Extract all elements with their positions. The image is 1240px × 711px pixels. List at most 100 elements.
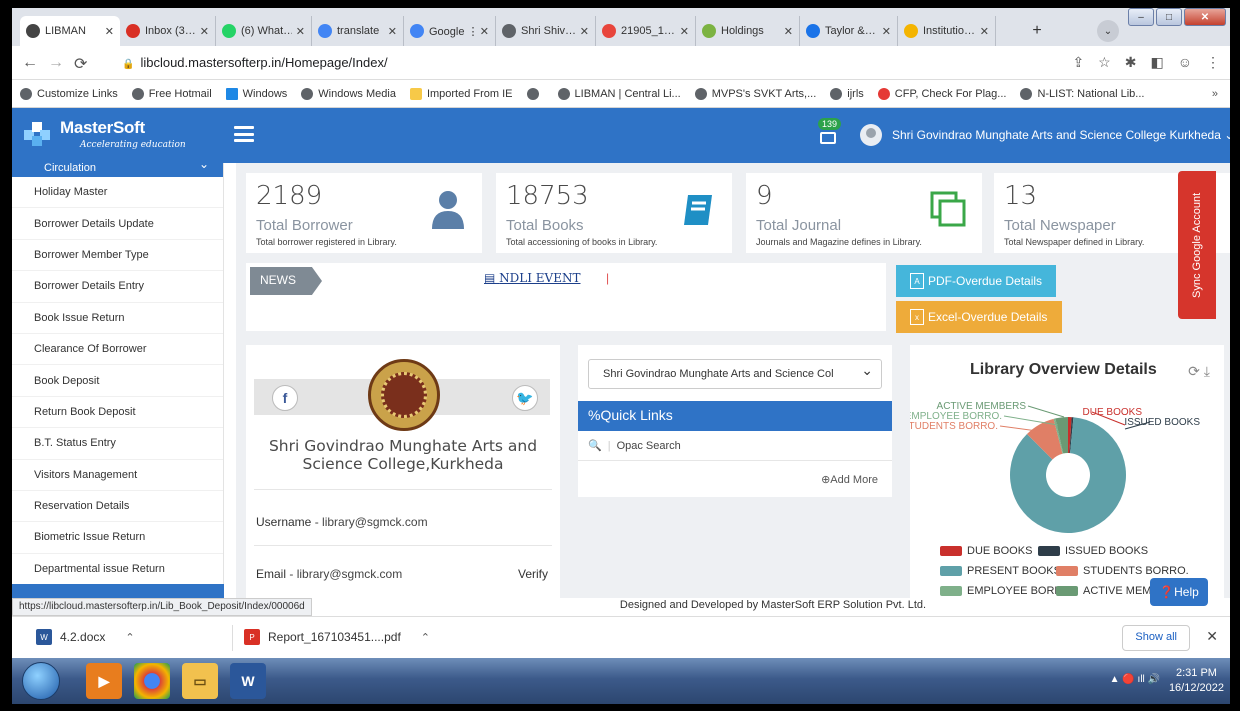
sidebar-item[interactable]: Borrower Details Entry	[12, 271, 223, 303]
tab-close-icon[interactable]: ✕	[105, 25, 114, 38]
bookmark-icon	[694, 87, 707, 100]
bookmark-item[interactable]: MVPS's SVKT Arts,...	[694, 87, 816, 100]
download-bar-close-icon[interactable]: ✕	[1206, 628, 1218, 645]
status-bar-url: https://libcloud.mastersofterp.in/Lib_Bo…	[12, 598, 312, 616]
download-item[interactable]: W 4.2.docx ⌃	[36, 629, 135, 645]
word-taskbar-icon[interactable]: W	[230, 663, 266, 699]
forward-icon[interactable]: →	[48, 54, 64, 72]
legend-item[interactable]: STUDENTS BORRO.	[1056, 565, 1189, 577]
menu-icon[interactable]: ⋮	[1206, 54, 1220, 71]
bookmark-item[interactable]: Customize Links	[20, 87, 118, 100]
browser-tab[interactable]: Taylor &… ✕	[800, 16, 898, 46]
maximize-button[interactable]: □	[1156, 8, 1182, 26]
tab-close-icon[interactable]: ✕	[784, 25, 793, 38]
tab-close-icon[interactable]: ✕	[980, 25, 989, 38]
ndli-event-link[interactable]: ▤ NDLI EVENT	[484, 271, 581, 285]
menu-toggle-icon[interactable]	[234, 126, 254, 142]
bookmark-item[interactable]: Free Hotmail	[131, 87, 212, 100]
profile-avatar[interactable]: ☺	[1178, 54, 1192, 71]
back-icon[interactable]: ←	[22, 54, 38, 72]
excel-overdue-button[interactable]: x Excel-Overdue Details	[896, 301, 1062, 333]
browser-tab[interactable]: Holdings ✕	[696, 16, 800, 46]
sidebar-item[interactable]: Reservation Details	[12, 491, 223, 523]
legend-item[interactable]: ISSUED BOOKS	[1038, 545, 1148, 557]
file-explorer-icon[interactable]: ▭	[182, 663, 218, 699]
sidepanel-icon[interactable]: ◧	[1150, 54, 1163, 71]
bookmark-item[interactable]: CFP, Check For Plag...	[877, 87, 1006, 100]
browser-tab[interactable]: Inbox (3… ✕	[120, 16, 216, 46]
clock[interactable]: 2:31 PM 16/12/2022	[1169, 666, 1224, 696]
tab-close-icon[interactable]: ✕	[200, 25, 209, 38]
refresh-icon[interactable]: ⟳	[1188, 363, 1200, 379]
browser-tab[interactable]: LIBMAN ✕	[20, 16, 120, 46]
tab-close-icon[interactable]: ✕	[388, 25, 397, 38]
tab-close-icon[interactable]: ✕	[580, 25, 589, 38]
url-field[interactable]: 🔒 libcloud.mastersofterp.in/Homepage/Inde…	[122, 55, 388, 70]
reload-icon[interactable]: ⟳	[74, 54, 87, 74]
sidebar-item[interactable]: Clearance Of Borrower	[12, 334, 223, 366]
twitter-icon[interactable]: 🐦	[512, 385, 538, 411]
tab-close-icon[interactable]: ✕	[296, 25, 305, 38]
verify-link[interactable]: Verify	[518, 567, 548, 581]
download-options-icon[interactable]: ⌃	[421, 631, 430, 644]
download-options-icon[interactable]: ⌃	[125, 631, 134, 644]
window-close-button[interactable]: ✕	[1184, 8, 1226, 26]
bookmark-item[interactable]: Imported From IE	[409, 87, 513, 100]
facebook-icon[interactable]: f	[272, 385, 298, 411]
sidebar-item[interactable]: Book Issue Return	[12, 303, 223, 334]
share-icon[interactable]: ⇪	[1072, 54, 1084, 71]
bookmark-item[interactable]: N-LIST: National Lib...	[1020, 87, 1144, 100]
sidebar-item[interactable]: Return Book Deposit	[12, 397, 223, 429]
tab-search-button[interactable]: ⌄	[1097, 20, 1119, 42]
legend-swatch	[1038, 546, 1060, 556]
legend-item[interactable]: PRESENT BOOKS	[940, 565, 1061, 577]
system-tray[interactable]: ▲ 🔴 ıll 🔊	[1110, 674, 1160, 685]
sidebar-item[interactable]: Borrower Member Type	[12, 240, 223, 272]
tab-favicon-icon	[702, 24, 716, 38]
tab-close-icon[interactable]: ✕	[680, 25, 689, 38]
browser-tab[interactable]: Shri Shiv… ✕	[496, 16, 596, 46]
download-icon[interactable]: ⤓	[1204, 363, 1210, 379]
bookmark-item[interactable]: LIBMAN | Central Li...	[557, 87, 681, 100]
bookmark-item[interactable]	[526, 87, 544, 100]
legend-item[interactable]: EMPLOYEE BORRO.	[940, 585, 1074, 597]
browser-tab[interactable]: Google ⋮ ✕	[404, 16, 496, 46]
bookmark-item[interactable]: ijrls	[830, 87, 864, 100]
sidebar-item[interactable]: Departmental issue Return	[12, 554, 223, 586]
chrome-taskbar-icon[interactable]	[134, 663, 170, 699]
media-player-icon[interactable]: ▶	[86, 663, 122, 699]
pdf-overdue-button[interactable]: A PDF-Overdue Details	[896, 265, 1056, 297]
bookmark-item[interactable]: Windows Media	[301, 87, 396, 100]
college-select[interactable]: Shri Govindrao Munghate Arts and Science…	[588, 359, 882, 389]
opac-search-link[interactable]: 🔍 | Opac Search	[578, 431, 892, 461]
help-button[interactable]: ❓ Help	[1150, 578, 1208, 606]
browser-tab[interactable]: Institutio… ✕	[898, 16, 996, 46]
sidebar-item[interactable]: Biometric Issue Return	[12, 522, 223, 554]
sidebar-item[interactable]: Book Deposit	[12, 365, 223, 397]
minimize-button[interactable]: –	[1128, 8, 1154, 26]
tab-close-icon[interactable]: ✕	[480, 25, 489, 38]
new-tab-button[interactable]: +	[1026, 20, 1048, 42]
bookmarks-overflow-button[interactable]: »	[1212, 88, 1218, 100]
notifications-button[interactable]: 139	[816, 118, 842, 148]
browser-tab[interactable]: translate ✕	[312, 16, 404, 46]
extensions-icon[interactable]: ✱	[1125, 54, 1137, 71]
browser-tab[interactable]: 21905_1… ✕	[596, 16, 696, 46]
sync-google-account-button[interactable]: Sync Google Account	[1178, 171, 1216, 319]
star-icon[interactable]: ☆	[1098, 54, 1111, 71]
legend-item[interactable]: DUE BOOKS	[940, 545, 1032, 557]
bookmark-item[interactable]: Windows	[225, 87, 287, 100]
sidebar-item[interactable]: Visitors Management	[12, 460, 223, 491]
start-button[interactable]	[22, 662, 60, 700]
sidebar-item[interactable]: Holiday Master	[12, 177, 223, 209]
add-more-button[interactable]: ⊕Add More	[821, 473, 878, 486]
browser-tab[interactable]: (6) What… ✕	[216, 16, 312, 46]
user-menu[interactable]: Shri Govindrao Munghate Arts and Science…	[860, 124, 1230, 146]
mastersoft-logo[interactable]: MasterSoft Accelerating education	[24, 118, 204, 154]
sidebar-item[interactable]: B.T. Status Entry	[12, 428, 223, 460]
show-all-downloads-button[interactable]: Show all	[1122, 625, 1190, 651]
sidebar-item[interactable]: Borrower Details Update	[12, 208, 223, 240]
tab-close-icon[interactable]: ✕	[882, 25, 891, 38]
sidebar-section-circulation[interactable]: Circulation	[12, 163, 223, 177]
download-item[interactable]: P Report_167103451....pdf ⌃	[244, 629, 430, 645]
